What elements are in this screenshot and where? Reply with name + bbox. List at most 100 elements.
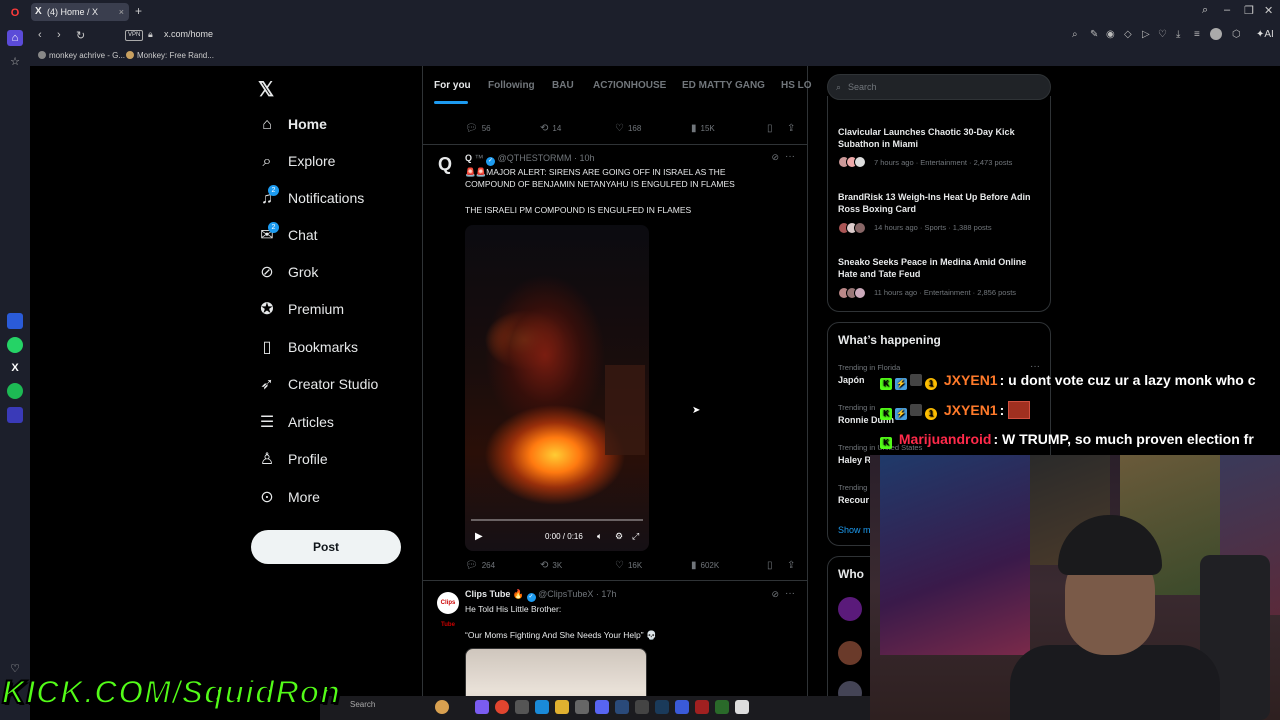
x-logo-icon[interactable]: 𝕏 bbox=[258, 77, 274, 102]
more-options-icon[interactable]: ··· bbox=[785, 151, 795, 162]
author-handle[interactable]: @QTHESTORMM bbox=[498, 153, 572, 163]
pin-rail-icon[interactable]: ☆ bbox=[7, 54, 23, 70]
grok-explain-icon[interactable]: ⊘ bbox=[771, 589, 779, 600]
tab-ed-matty-gang[interactable]: ED MATTY GANG bbox=[682, 80, 765, 91]
url-text[interactable]: x.com/home bbox=[164, 29, 213, 39]
bookmark-button[interactable]: ▯ bbox=[767, 560, 777, 571]
avatar[interactable] bbox=[838, 641, 862, 665]
steam-icon[interactable] bbox=[615, 700, 629, 714]
close-tab-icon[interactable]: × bbox=[119, 3, 124, 21]
edge-icon[interactable] bbox=[535, 700, 549, 714]
whatsapp-icon[interactable] bbox=[7, 337, 23, 353]
tweet-time[interactable]: 10h bbox=[580, 153, 595, 163]
nav-home[interactable]: ⌂ Home bbox=[258, 113, 418, 139]
discord-icon[interactable] bbox=[595, 700, 609, 714]
tab-ac7ionhouse[interactable]: AC7IONHOUSE bbox=[593, 80, 666, 91]
close-window-icon[interactable]: ✕ bbox=[1264, 4, 1273, 17]
nav-grok[interactable]: ⊘ Grok bbox=[258, 261, 418, 287]
nav-chat[interactable]: ✉ 2 Chat bbox=[258, 222, 418, 250]
settings-icon[interactable]: ⚙ bbox=[615, 531, 623, 542]
taskbar-app-icon[interactable] bbox=[575, 700, 589, 714]
author-handle[interactable]: @ClipsTubeX bbox=[538, 589, 593, 599]
folder-icon[interactable] bbox=[555, 700, 569, 714]
music-rail-icon[interactable] bbox=[7, 407, 23, 423]
bookmark-button[interactable]: ▯ bbox=[767, 123, 777, 134]
fullscreen-icon[interactable]: ⤢ bbox=[632, 531, 639, 542]
nav-creator-studio[interactable]: ➶ Creator Studio bbox=[258, 373, 418, 399]
play-icon[interactable]: ▶ bbox=[475, 531, 483, 542]
home-rail-icon[interactable]: ⌂ bbox=[7, 30, 23, 46]
profile-avatar-icon[interactable] bbox=[1210, 28, 1222, 40]
trend-name[interactable]: Japón bbox=[838, 375, 865, 385]
share-button[interactable]: ⇪ bbox=[787, 560, 799, 571]
author-name[interactable]: Clips Tube 🔥 bbox=[465, 589, 524, 599]
taskbar-app-icon[interactable] bbox=[475, 700, 489, 714]
views-button[interactable]: ▮ 15K bbox=[691, 123, 715, 134]
tweet-time[interactable]: 17h bbox=[601, 589, 616, 599]
back-icon[interactable]: ‹ bbox=[38, 29, 42, 41]
taskbar-app-icon[interactable] bbox=[735, 700, 749, 714]
taskbar-app-icon[interactable] bbox=[715, 700, 729, 714]
browser-tab[interactable]: X (4) Home / X × bbox=[31, 3, 129, 21]
nav-notifications[interactable]: ♫ 2 Notifications bbox=[258, 185, 418, 213]
tab-bau[interactable]: BAU bbox=[552, 80, 574, 91]
volume-icon[interactable]: 🔈︎ bbox=[597, 531, 602, 542]
reload-icon[interactable]: ↻ bbox=[76, 29, 85, 42]
search-page-icon[interactable]: ⌕ bbox=[1072, 29, 1078, 40]
like-button[interactable]: ♡ 168 bbox=[615, 123, 641, 134]
repost-button[interactable]: ⟲ 14 bbox=[540, 123, 561, 134]
search-tabs-icon[interactable]: ⌕ bbox=[1202, 4, 1208, 17]
tab-following[interactable]: Following bbox=[488, 80, 535, 91]
like-button[interactable]: ♡ 16K bbox=[615, 560, 642, 571]
tab-for-you[interactable]: For you bbox=[434, 80, 471, 91]
more-options-icon[interactable]: ··· bbox=[1030, 361, 1040, 372]
taskbar-app-icon[interactable] bbox=[635, 700, 649, 714]
new-tab-button[interactable]: + bbox=[135, 5, 145, 17]
avatar[interactable] bbox=[838, 597, 862, 621]
download-icon[interactable]: ⤓ bbox=[1176, 29, 1180, 40]
forward-icon[interactable]: › bbox=[57, 29, 61, 41]
video-progress[interactable] bbox=[471, 519, 643, 521]
photoshop-icon[interactable] bbox=[655, 700, 669, 714]
news-story-title[interactable]: Clavicular Launches Chaotic 30-Day Kick … bbox=[838, 126, 1038, 150]
repost-button[interactable]: ⟲ 3K bbox=[540, 560, 562, 571]
taskbar-search[interactable]: Search bbox=[350, 700, 375, 709]
grok-explain-icon[interactable]: ⊘ bbox=[771, 152, 779, 163]
spotify-icon[interactable] bbox=[7, 383, 23, 399]
heart-icon[interactable]: ♡ bbox=[1158, 29, 1167, 40]
nav-profile[interactable]: ♙ Profile bbox=[258, 448, 418, 474]
play-icon[interactable]: ▷ bbox=[1142, 29, 1150, 40]
opera-logo-icon[interactable]: O bbox=[7, 5, 23, 21]
vpn-badge[interactable]: VPN bbox=[125, 30, 144, 41]
ai-button[interactable]: ✦AI bbox=[1256, 29, 1274, 40]
more-options-icon[interactable]: ··· bbox=[785, 588, 795, 599]
nav-more[interactable]: ⊙ More bbox=[258, 486, 418, 512]
post-button[interactable]: Post bbox=[251, 530, 401, 564]
camera-icon[interactable]: ◉ bbox=[1106, 29, 1115, 40]
show-more-link[interactable]: Show m bbox=[838, 525, 871, 535]
author-name[interactable]: Q bbox=[465, 153, 472, 163]
edit-icon[interactable]: ✎ bbox=[1090, 29, 1098, 40]
bookmark-item[interactable]: Monkey: Free Rand... bbox=[126, 51, 214, 60]
menu-icon[interactable]: ≡ bbox=[1194, 29, 1200, 40]
taskbar-app-icon[interactable] bbox=[695, 700, 709, 714]
chrome-icon[interactable] bbox=[495, 700, 509, 714]
video-player[interactable]: ▶ 0:00 / 0:16 🔈︎ ⚙ ⤢ bbox=[465, 225, 649, 551]
nav-articles[interactable]: ☰ Articles bbox=[258, 411, 418, 437]
trend-name[interactable]: Recour bbox=[838, 495, 869, 505]
nav-bookmarks[interactable]: ▯ Bookmarks bbox=[258, 336, 418, 362]
reply-button[interactable]: 💬︎ 56 bbox=[465, 123, 491, 134]
share-button[interactable]: ⇪ bbox=[787, 123, 799, 134]
x-rail-icon[interactable]: X bbox=[7, 360, 23, 376]
shield-icon[interactable]: ◇ bbox=[1124, 29, 1132, 40]
nav-explore[interactable]: ⌕ Explore bbox=[258, 150, 418, 176]
messenger-icon[interactable] bbox=[7, 313, 23, 329]
avatar[interactable]: Q bbox=[438, 154, 456, 176]
news-story-title[interactable]: Sneako Seeks Peace in Medina Amid Online… bbox=[838, 256, 1038, 280]
news-story-title[interactable]: BrandRisk 13 Weigh-Ins Heat Up Before Ad… bbox=[838, 191, 1038, 215]
taskbar-app-icon[interactable] bbox=[435, 700, 449, 714]
bookmark-item[interactable]: monkey achrive - G... bbox=[38, 51, 125, 60]
avatar[interactable]: Clips Tube bbox=[437, 592, 459, 628]
taskbar-app-icon[interactable] bbox=[515, 700, 529, 714]
taskbar-app-icon[interactable] bbox=[675, 700, 689, 714]
